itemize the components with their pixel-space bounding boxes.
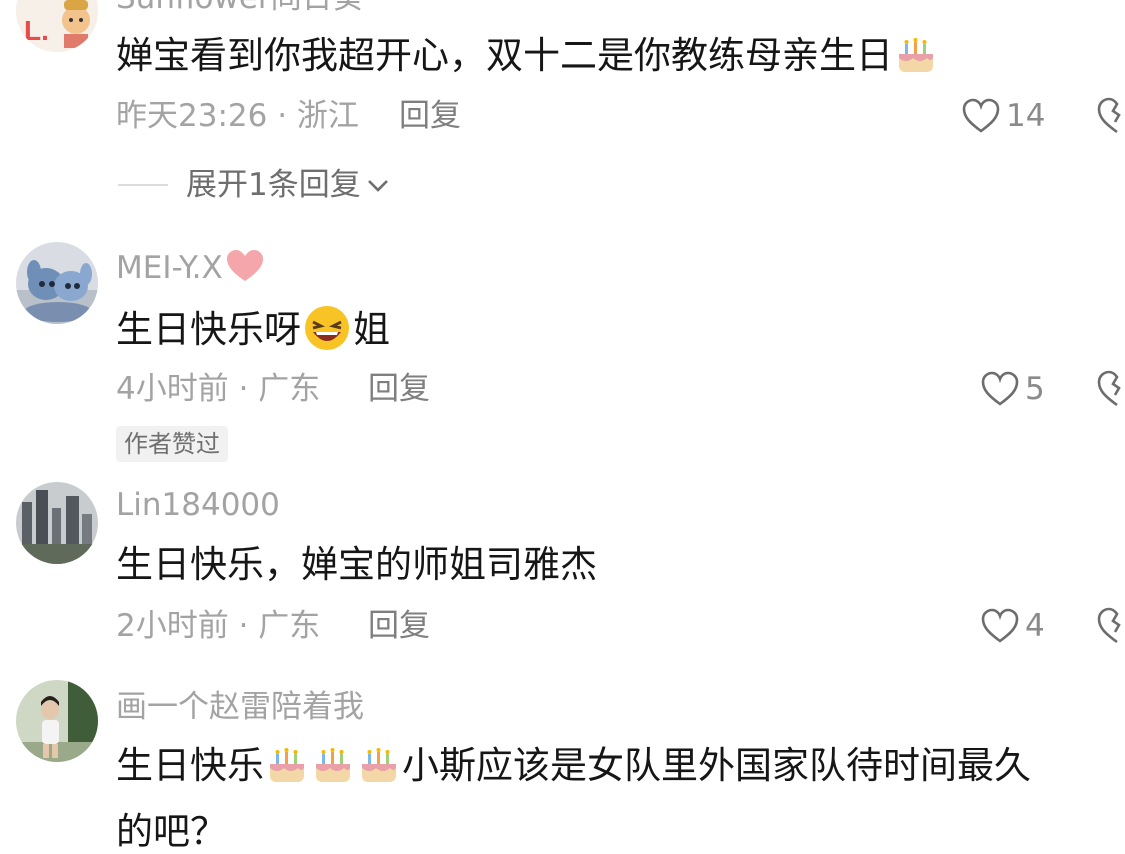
comment-text-line-2: 的吧？	[116, 810, 227, 853]
author-liked-badge: 作者赞过	[116, 426, 228, 462]
location: 广东	[258, 608, 321, 644]
comment-text: 生日快乐，婵宝的师姐司雅杰	[116, 543, 597, 586]
birthday-cake-icon	[266, 744, 308, 786]
avatar[interactable]: L.	[16, 0, 98, 52]
expand-replies-button[interactable]: 展开1条回复	[118, 165, 391, 205]
chevron-down-icon	[367, 180, 388, 192]
comment-meta: 4小时前 · 广东	[116, 371, 320, 407]
pink-heart-icon	[226, 250, 263, 281]
like-button[interactable]: 5	[981, 369, 1045, 409]
like-button[interactable]: 14	[962, 96, 1045, 136]
avatar-image	[16, 680, 98, 762]
reply-button[interactable]: 回复	[368, 371, 430, 407]
location: 浙江	[296, 98, 359, 134]
broken-heart-icon	[1097, 607, 1121, 644]
meta-separator: ·	[228, 371, 259, 407]
like-count: 4	[1025, 608, 1045, 644]
avatar[interactable]	[16, 482, 98, 564]
reply-button[interactable]: 回复	[368, 608, 430, 644]
comment-meta: 昨天23:26 · 浙江	[116, 98, 359, 134]
timestamp: 昨天23:26	[116, 98, 268, 134]
avatar-image	[16, 482, 98, 564]
username[interactable]: MEI-Y.X	[116, 248, 265, 286]
dislike-button[interactable]	[1097, 96, 1125, 136]
svg-text:L.: L.	[24, 15, 49, 46]
username[interactable]: 画一个赵雷陪着我	[116, 689, 364, 725]
meta-separator: ·	[228, 608, 259, 644]
like-count: 14	[1006, 98, 1046, 134]
like-count: 5	[1025, 371, 1045, 407]
comment-meta: 2小时前 · 广东	[116, 608, 320, 644]
dislike-button[interactable]	[1097, 369, 1125, 409]
location: 广东	[258, 371, 321, 407]
avatar[interactable]	[16, 242, 98, 324]
reply-button[interactable]: 回复	[399, 98, 461, 134]
heart-outline-icon	[981, 371, 1019, 406]
like-button[interactable]: 4	[981, 606, 1045, 646]
comment-text: 婵宝看到你我超开心，双十二是你教练母亲生日	[116, 34, 939, 78]
meta-separator: ·	[267, 98, 297, 134]
birthday-cake-icon	[358, 744, 400, 786]
avatar[interactable]	[16, 680, 98, 762]
heart-outline-icon	[981, 608, 1019, 643]
avatar-image: L.	[16, 0, 98, 52]
birthday-cake-icon	[895, 34, 937, 76]
heart-outline-icon	[962, 98, 1000, 133]
broken-heart-icon	[1097, 370, 1121, 407]
avatar-image	[16, 242, 98, 324]
broken-heart-icon	[1097, 97, 1121, 134]
username[interactable]: Sunflower冏日葵	[116, 0, 364, 16]
timestamp: 4小时前	[116, 371, 229, 407]
comment-text: 生日快乐 小斯应该是女队里外国家队待时间最久	[116, 744, 1031, 787]
username[interactable]: Lin184000	[116, 487, 280, 523]
divider-line	[118, 184, 168, 186]
expand-replies-label: 展开1条回复	[186, 167, 361, 203]
comment-text: 生日快乐呀 姐	[116, 304, 390, 352]
birthday-cake-icon	[312, 744, 354, 786]
laughing-face-icon	[303, 304, 351, 352]
dislike-button[interactable]	[1097, 606, 1125, 646]
timestamp: 2小时前	[116, 608, 229, 644]
